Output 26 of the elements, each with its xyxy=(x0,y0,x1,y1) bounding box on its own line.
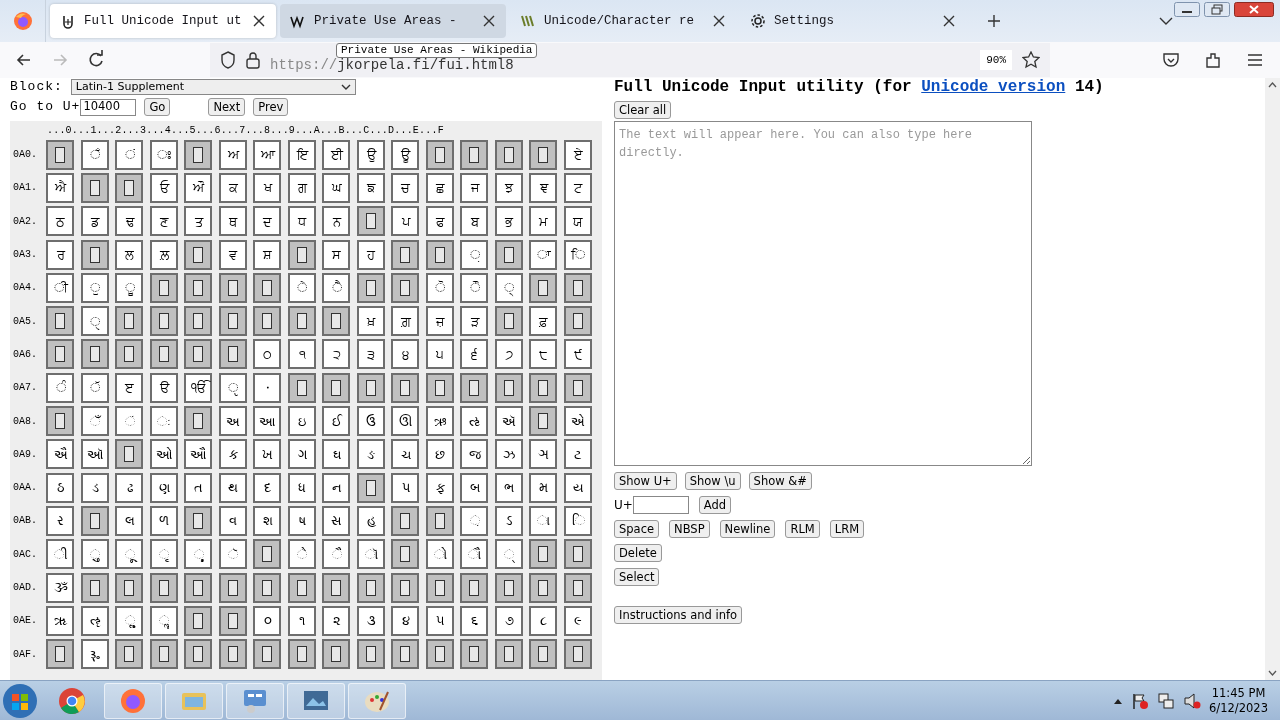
row-label: 0A7. xyxy=(12,381,38,396)
block-label: Block: xyxy=(10,78,63,97)
time-text: 11:45 PM xyxy=(1210,685,1267,701)
date-text: 6/12/2023 xyxy=(1209,700,1268,716)
row-label: 0A8. xyxy=(12,414,38,429)
row-label: 0AB. xyxy=(12,514,38,529)
row-label: 0AA. xyxy=(12,481,38,496)
row-label: 0A2. xyxy=(12,214,38,229)
goto-label: Go to U+ xyxy=(10,98,81,117)
row-label: 0A6. xyxy=(12,347,38,362)
column-header: ...0...1...2...3...4...5...6...7...8...9...A...B...C...D...E...F xyxy=(47,124,445,138)
tooltip: Private Use Areas - Wikipedia xyxy=(336,43,538,58)
row-label: 0AE. xyxy=(12,614,38,629)
row-label: 0A1. xyxy=(12,181,38,196)
row-label: 0AD. xyxy=(12,581,38,595)
row-label: 0A9. xyxy=(12,447,38,462)
code-point-label: U+ xyxy=(614,497,633,514)
row-label: 0A3. xyxy=(12,248,38,263)
select-value: Latin-1 Supplement xyxy=(75,78,184,95)
url-text: https://jkorpela.fi/fui.html8 xyxy=(270,56,514,75)
row-label: 0A5. xyxy=(12,314,38,329)
row-label: 0A4. xyxy=(12,281,38,296)
row-label: 0AC. xyxy=(12,547,38,562)
row-label: 0AF. xyxy=(12,647,38,662)
row-label: 0A0. xyxy=(12,148,38,163)
page-title: Full Unicode Input utility (for Unicode version 14) xyxy=(614,78,1104,98)
